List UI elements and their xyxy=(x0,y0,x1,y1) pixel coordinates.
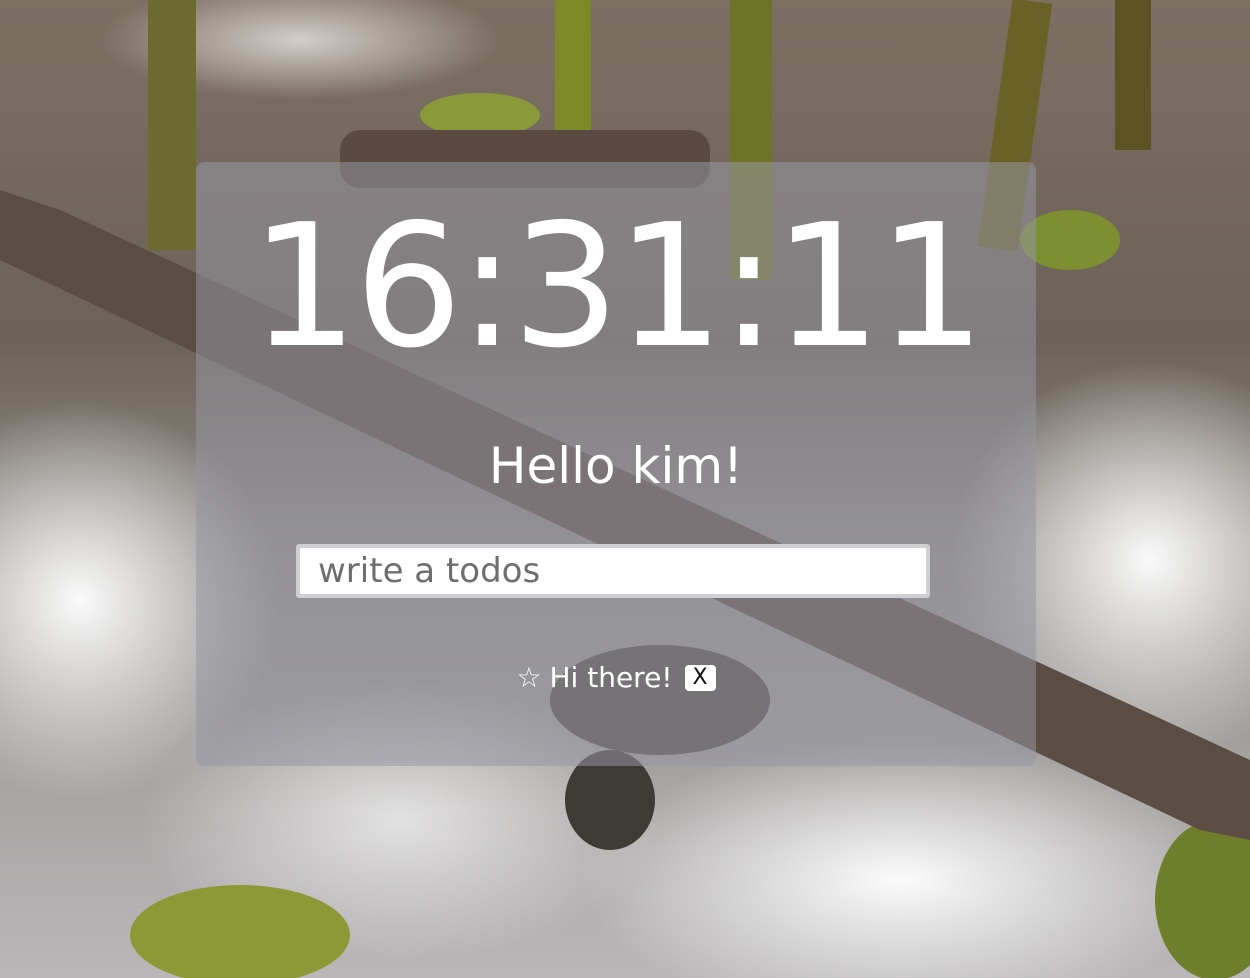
todo-input[interactable] xyxy=(296,544,930,598)
main-card: 16:31:11 Hello kim! ☆ Hi there! X xyxy=(196,162,1036,766)
clock: 16:31:11 xyxy=(250,188,986,386)
greeting: Hello kim! xyxy=(488,437,744,495)
todo-item: ☆ Hi there! X xyxy=(516,658,716,698)
star-icon: ☆ xyxy=(516,661,542,694)
delete-todo-button[interactable]: X xyxy=(684,665,716,691)
todo-text: Hi there! xyxy=(549,661,673,694)
todo-list: ☆ Hi there! X xyxy=(196,658,1036,698)
